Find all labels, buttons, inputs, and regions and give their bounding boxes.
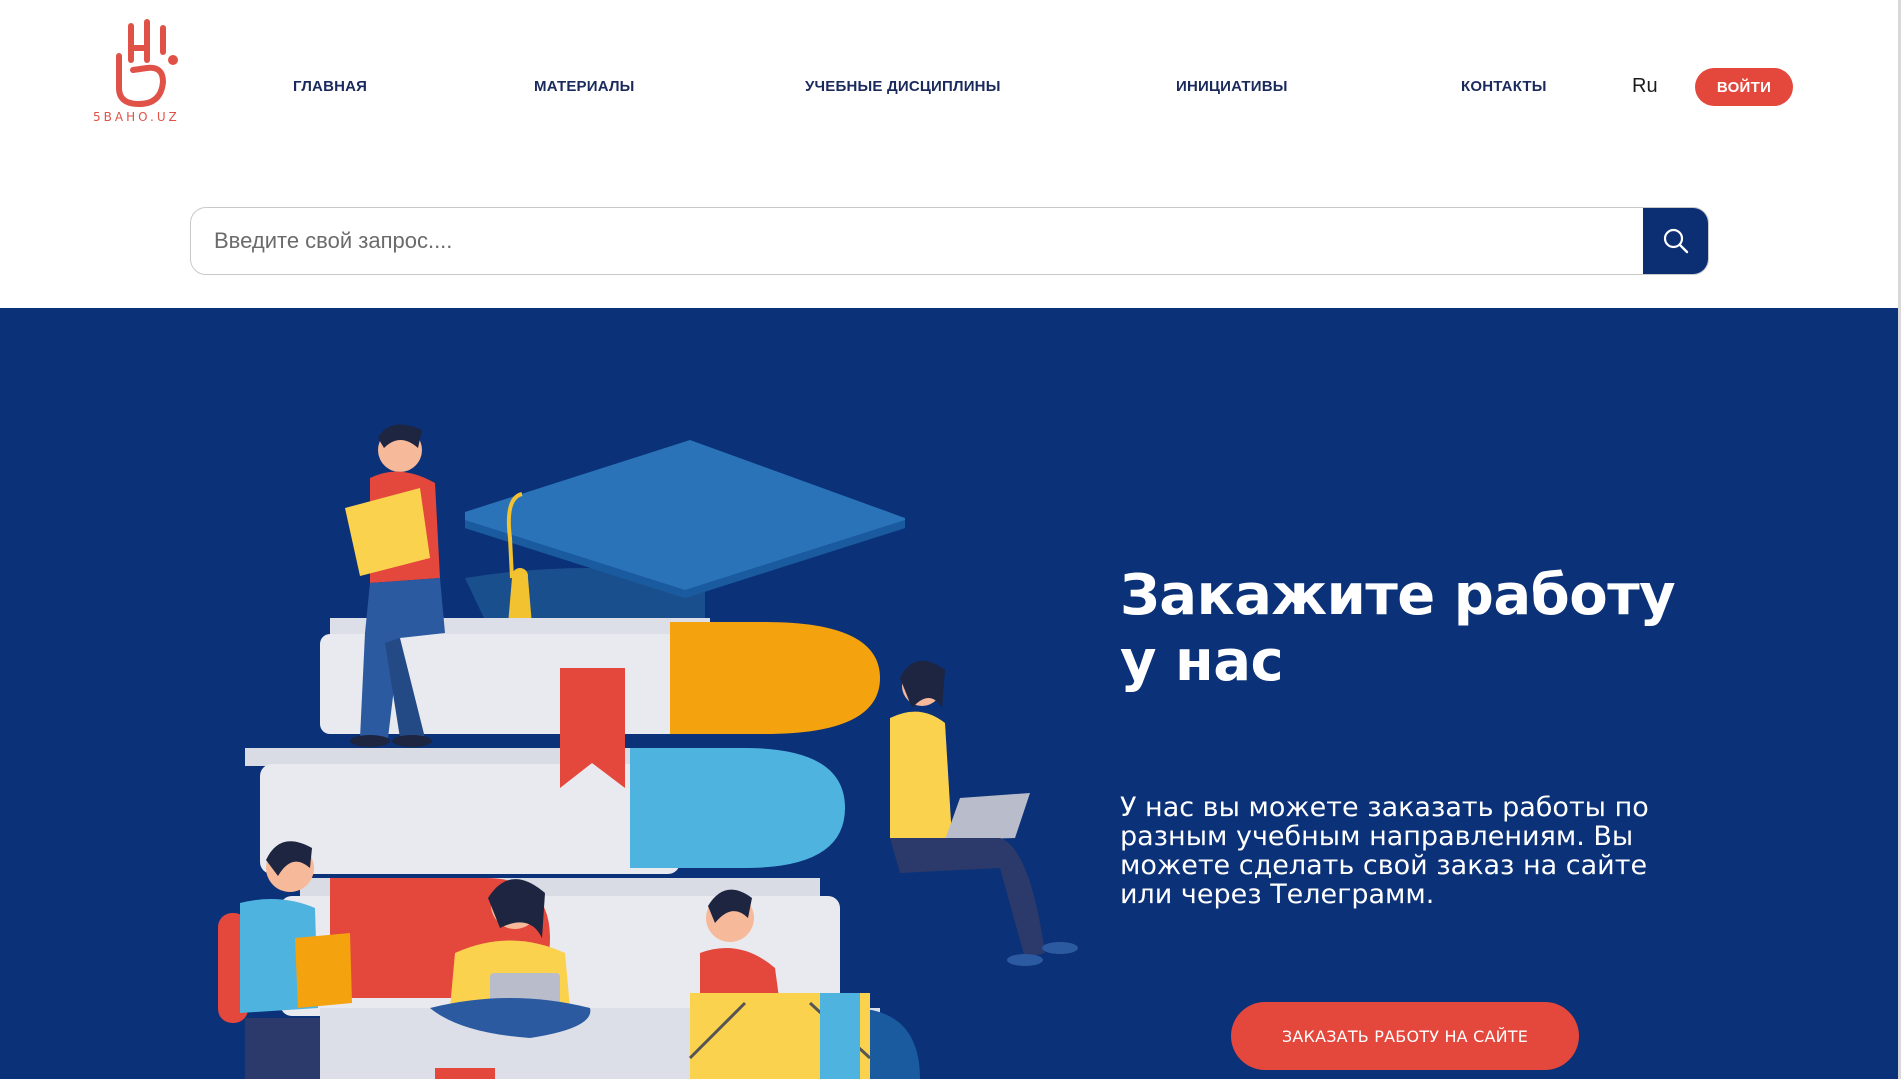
hero-description: У нас вы можете заказать работы по разны… bbox=[1120, 792, 1649, 910]
hero-section: Закажите работу у нас У нас вы можете за… bbox=[0, 308, 1901, 1079]
nav-item-initiatives[interactable]: ИНИЦИАТИВЫ bbox=[1176, 78, 1288, 95]
site-logo[interactable]: 5BAHO.UZ bbox=[93, 18, 213, 128]
nav-item-home[interactable]: ГЛАВНАЯ bbox=[293, 78, 367, 95]
login-button[interactable]: ВОЙТИ bbox=[1695, 68, 1793, 106]
search-input[interactable] bbox=[191, 208, 1644, 274]
student-laptop-figure bbox=[890, 660, 1078, 966]
search-bar bbox=[190, 207, 1709, 275]
nav-item-disciplines[interactable]: УЧЕБНЫЕ ДИСЦИПЛИНЫ bbox=[805, 78, 1001, 95]
language-switcher[interactable]: Ru bbox=[1632, 75, 1658, 98]
nav-item-materials[interactable]: МАТЕРИАЛЫ bbox=[534, 78, 635, 95]
hero-title: Закажите работу у нас bbox=[1120, 563, 1676, 694]
search-icon bbox=[1663, 228, 1688, 254]
order-work-button[interactable]: ЗАКАЗАТЬ РАБОТУ НА САЙТЕ bbox=[1231, 1002, 1579, 1070]
students-books-illustration bbox=[218, 424, 1078, 1079]
graduation-cap-icon bbox=[465, 440, 905, 648]
logo-text: 5BAHO.UZ bbox=[93, 110, 180, 124]
nav-item-contacts[interactable]: КОНТАКТЫ bbox=[1461, 78, 1547, 95]
site-header: 5BAHO.UZ ГЛАВНАЯ МАТЕРИАЛЫ УЧЕБНЫЕ ДИСЦИ… bbox=[0, 0, 1901, 175]
hand-logo-icon bbox=[116, 19, 178, 108]
search-button[interactable] bbox=[1643, 208, 1708, 274]
